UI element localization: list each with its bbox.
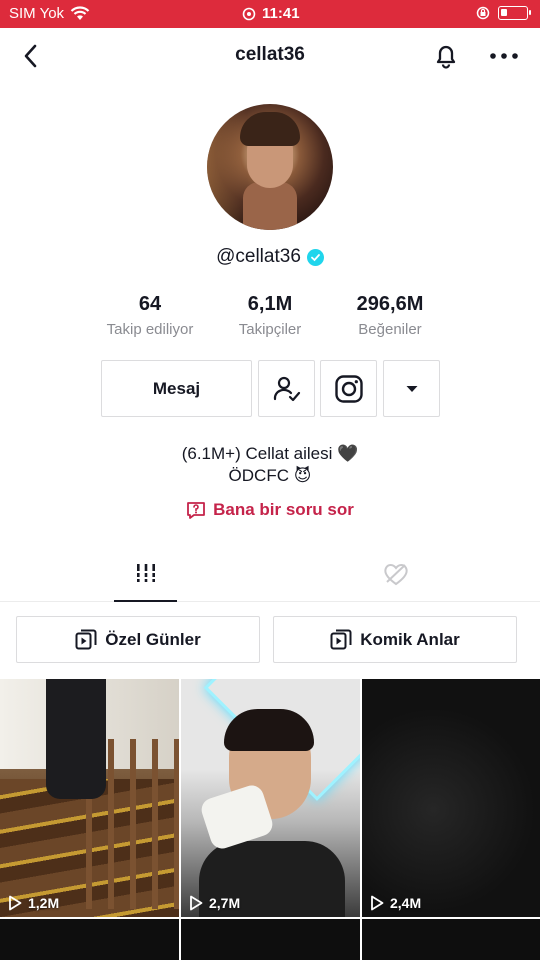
video-thumbnail[interactable]: 2,4M xyxy=(362,679,540,917)
instagram-icon xyxy=(334,374,363,403)
playlist-label: Özel Günler xyxy=(105,629,201,649)
lock-rotation-icon xyxy=(476,6,490,20)
playlist-icon xyxy=(330,629,352,649)
instagram-button[interactable] xyxy=(320,360,377,417)
play-icon xyxy=(371,895,384,911)
bell-icon[interactable] xyxy=(432,42,460,70)
playlist-button-1[interactable]: Özel Günler xyxy=(16,616,260,663)
followers-label: Takipçiler xyxy=(238,321,302,338)
stat-followers[interactable]: 6,1M Takipçiler xyxy=(205,292,335,338)
question-icon xyxy=(187,502,206,519)
ask-question-link[interactable]: Bana bir soru sor xyxy=(0,500,540,520)
video-thumbnail[interactable]: 2,7M xyxy=(181,679,360,917)
suggestions-dropdown-button[interactable] xyxy=(383,360,440,417)
likes-label: Beğeniler xyxy=(358,321,422,338)
top-nav: cellat36 xyxy=(0,28,540,84)
ask-question-label: Bana bir soru sor xyxy=(213,500,354,519)
play-icon xyxy=(9,895,22,911)
carrier-text: SIM Yok xyxy=(9,5,65,22)
view-count: 2,4M xyxy=(370,895,421,911)
view-count: 1,2M xyxy=(8,895,59,911)
status-bar: SIM Yok 11:41 xyxy=(0,0,540,28)
username: @cellat36 xyxy=(216,246,301,267)
more-dots-icon[interactable] xyxy=(488,42,520,70)
likes-count: 296,6M xyxy=(356,293,424,315)
view-count: 2,7M xyxy=(189,895,240,911)
following-count: 64 xyxy=(138,293,162,315)
alarm-icon xyxy=(242,7,256,20)
playlist-icon xyxy=(75,629,97,649)
username-row: @cellat36 xyxy=(0,246,540,268)
bio-line-1: (6.1M+) Cellat ailesi 🖤 xyxy=(181,444,359,463)
view-count-text: 2,4M xyxy=(390,895,422,911)
video-thumbnail[interactable] xyxy=(362,919,540,960)
tab-liked[interactable] xyxy=(380,558,412,590)
view-count-text: 1,2M xyxy=(28,895,60,911)
followers-count: 6,1M xyxy=(247,293,293,315)
view-count-text: 2,7M xyxy=(209,895,241,911)
wifi-icon xyxy=(70,6,90,20)
dropdown-arrow-icon xyxy=(406,385,417,392)
message-button[interactable]: Mesaj xyxy=(101,360,252,417)
profile-tabs xyxy=(0,546,540,602)
profile-page: SIM Yok 11:41 cellat36 @cellat36 64 Taki… xyxy=(0,0,540,960)
bio-line-2: ÖDCFC 😈 xyxy=(228,466,312,485)
followed-button[interactable] xyxy=(258,360,315,417)
avatar[interactable] xyxy=(207,104,333,230)
videos-grid-icon xyxy=(136,564,155,582)
video-thumbnail[interactable]: 1,2M xyxy=(0,679,179,917)
playlist-button-2[interactable]: Komik Anlar xyxy=(273,616,517,663)
add-friend-icon xyxy=(273,376,300,401)
battery-icon xyxy=(498,6,531,20)
tab-videos[interactable] xyxy=(114,546,177,602)
clock-text: 11:41 xyxy=(262,5,300,22)
playlist-label: Komik Anlar xyxy=(360,629,460,649)
following-label: Takip ediliyor xyxy=(106,321,194,338)
stat-following[interactable]: 64 Takip ediliyor xyxy=(85,292,215,338)
verified-icon xyxy=(306,248,324,266)
video-thumbnail[interactable] xyxy=(181,919,360,960)
play-icon xyxy=(190,895,203,911)
stat-likes: 296,6M Beğeniler xyxy=(325,292,455,338)
liked-heart-icon xyxy=(384,564,408,586)
video-thumbnail[interactable] xyxy=(0,919,179,960)
